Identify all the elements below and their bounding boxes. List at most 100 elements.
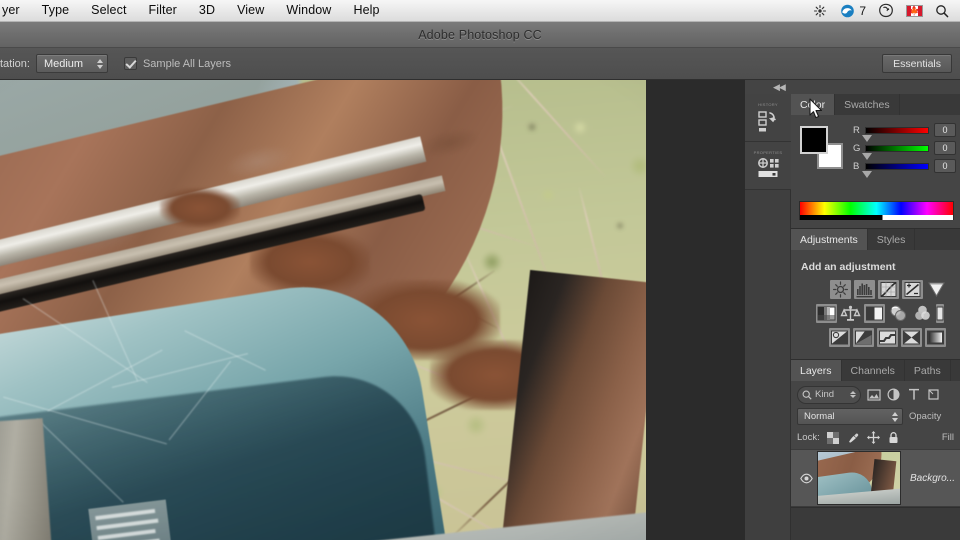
menu-3d[interactable]: 3D [188, 0, 226, 21]
properties-panel-icon[interactable]: PROPERTIES [745, 142, 791, 190]
eye-icon[interactable] [795, 473, 817, 484]
adjustments-row-3 [798, 328, 953, 347]
document-window[interactable] [0, 80, 646, 540]
menu-type[interactable]: Type [31, 0, 81, 21]
gradient-map-icon[interactable] [925, 328, 946, 347]
sample-all-layers-label: Sample All Layers [142, 57, 232, 70]
os-status-area: 7 🍁 [808, 0, 960, 21]
layer-name: Backgro... [910, 472, 956, 484]
tab-paths[interactable]: Paths [905, 360, 951, 381]
sample-all-layers-checkbox[interactable]: Sample All Layers [123, 57, 232, 70]
slider-row-g[interactable]: G 0 [853, 139, 956, 160]
adjustments-panel-body: Add an adjustment [791, 250, 960, 359]
rusty-car-photo [0, 80, 646, 540]
rgb-sliders: R 0 G 0 B 0 [853, 121, 956, 178]
invert-icon[interactable] [829, 328, 850, 347]
properties-panel-tag: PROPERTIES [753, 149, 783, 155]
menu-view[interactable]: View [226, 0, 275, 21]
dropbox-icon[interactable] [873, 0, 899, 21]
photoshop-window: yer Type Select Filter 3D View Window He… [0, 0, 960, 540]
table-row[interactable]: Backgro... [791, 449, 960, 507]
filter-type-layers-icon[interactable] [906, 387, 921, 402]
vibrance-icon[interactable] [926, 280, 947, 299]
opacity-label: Opacity [909, 411, 942, 422]
color-panel-body: R 0 G 0 B 0 [791, 115, 960, 228]
curves-icon[interactable] [878, 280, 899, 299]
foreground-color-swatch[interactable] [800, 126, 828, 154]
lock-transparent-pixels-icon[interactable] [827, 431, 840, 444]
threshold-icon[interactable] [877, 328, 898, 347]
double-chevron-left-icon: ◀◀ [773, 81, 786, 92]
slider-row-b[interactable]: B 0 [853, 157, 956, 178]
chevron-updown-icon [850, 391, 856, 398]
spotlight-search-icon[interactable] [930, 0, 954, 21]
lock-position-icon[interactable] [866, 431, 880, 444]
exposure-icon[interactable] [902, 280, 923, 299]
filter-shape-layers-icon[interactable] [926, 387, 941, 402]
slider-row-r[interactable]: R 0 [853, 121, 956, 142]
search-icon [802, 390, 812, 400]
photo-filter-icon[interactable] [888, 304, 909, 323]
slider-track-r[interactable] [862, 126, 929, 142]
layer-kind-label: Kind [815, 389, 835, 400]
tab-styles[interactable]: Styles [868, 229, 916, 250]
lock-label: Lock: [797, 432, 820, 443]
tab-channels[interactable]: Channels [842, 360, 905, 381]
layers-panel-tabs: Layers Channels Paths [791, 360, 960, 381]
blend-mode-select[interactable]: Normal [797, 408, 903, 425]
workspace-essentials-button[interactable]: Essentials [882, 54, 952, 73]
lock-all-icon[interactable] [887, 431, 900, 444]
menu-window[interactable]: Window [275, 0, 342, 21]
slider-track-g[interactable] [862, 144, 929, 160]
layer-kind-filter[interactable]: Kind [797, 385, 861, 404]
filter-pixel-layers-icon[interactable] [866, 387, 881, 402]
filter-adjustment-layers-icon[interactable] [886, 387, 901, 402]
menu-select[interactable]: Select [80, 0, 137, 21]
color-balance-icon[interactable] [864, 304, 885, 323]
adjustments-panel-tabs: Adjustments Styles [791, 229, 960, 250]
collapse-panels-button[interactable]: ◀◀ [745, 80, 960, 94]
tab-adjustments[interactable]: Adjustments [791, 229, 868, 250]
page-title: Adobe Photoshop CC [418, 27, 542, 42]
color-panel: Color Swatches R 0 G 0 B 0 [791, 94, 960, 229]
menu-help[interactable]: Help [342, 0, 390, 21]
color-lookup-icon[interactable] [936, 304, 944, 323]
channel-value-g[interactable]: 0 [934, 141, 956, 155]
rotation-select-value: Medium [43, 57, 84, 70]
hue-saturation-icon[interactable] [840, 304, 861, 323]
layers-filter-toolbar: Kind [791, 381, 960, 408]
layer-thumbnail[interactable] [817, 451, 901, 505]
checkbox-icon [123, 57, 137, 70]
adjustments-panel: Adjustments Styles Add an adjustment [791, 229, 960, 360]
canada-flag-icon[interactable]: 🍁 [901, 0, 928, 21]
selective-color-icon[interactable] [901, 328, 922, 347]
history-panel-icon[interactable]: HISTORY [745, 94, 791, 142]
application-title-bar: Adobe Photoshop CC [0, 22, 960, 48]
brightness-contrast-icon[interactable] [830, 280, 851, 299]
brightness-icon[interactable] [808, 0, 832, 21]
tab-swatches[interactable]: Swatches [835, 94, 900, 115]
slider-track-b[interactable] [862, 162, 929, 178]
menu-layer[interactable]: yer [0, 0, 31, 21]
blend-mode-value: Normal [804, 411, 835, 422]
channel-mixer-icon[interactable] [912, 304, 933, 323]
layer-lock-row: Lock: Fill [791, 429, 960, 449]
lock-image-pixels-icon[interactable] [847, 431, 860, 444]
color-spectrum-ramp[interactable] [799, 201, 954, 220]
history-panel-tag: HISTORY [758, 101, 778, 107]
creative-cloud-icon[interactable]: 7 [834, 0, 871, 21]
levels-icon[interactable] [854, 280, 875, 299]
tab-layers[interactable]: Layers [791, 360, 842, 381]
tool-options-bar: tation: Medium Sample All Layers Essenti… [0, 48, 960, 80]
chevron-updown-icon [96, 58, 103, 69]
menu-filter[interactable]: Filter [138, 0, 188, 21]
posterize-icon[interactable] [853, 328, 874, 347]
slider-thumb-b[interactable] [862, 170, 872, 178]
tab-color[interactable]: Color [791, 94, 836, 115]
channel-value-r[interactable]: 0 [934, 123, 956, 137]
channel-value-b[interactable]: 0 [934, 159, 956, 173]
black-and-white-icon[interactable] [816, 304, 837, 323]
rotation-select[interactable]: Medium [35, 54, 108, 73]
fill-label: Fill [941, 432, 954, 443]
adjustments-row-1 [798, 280, 953, 299]
